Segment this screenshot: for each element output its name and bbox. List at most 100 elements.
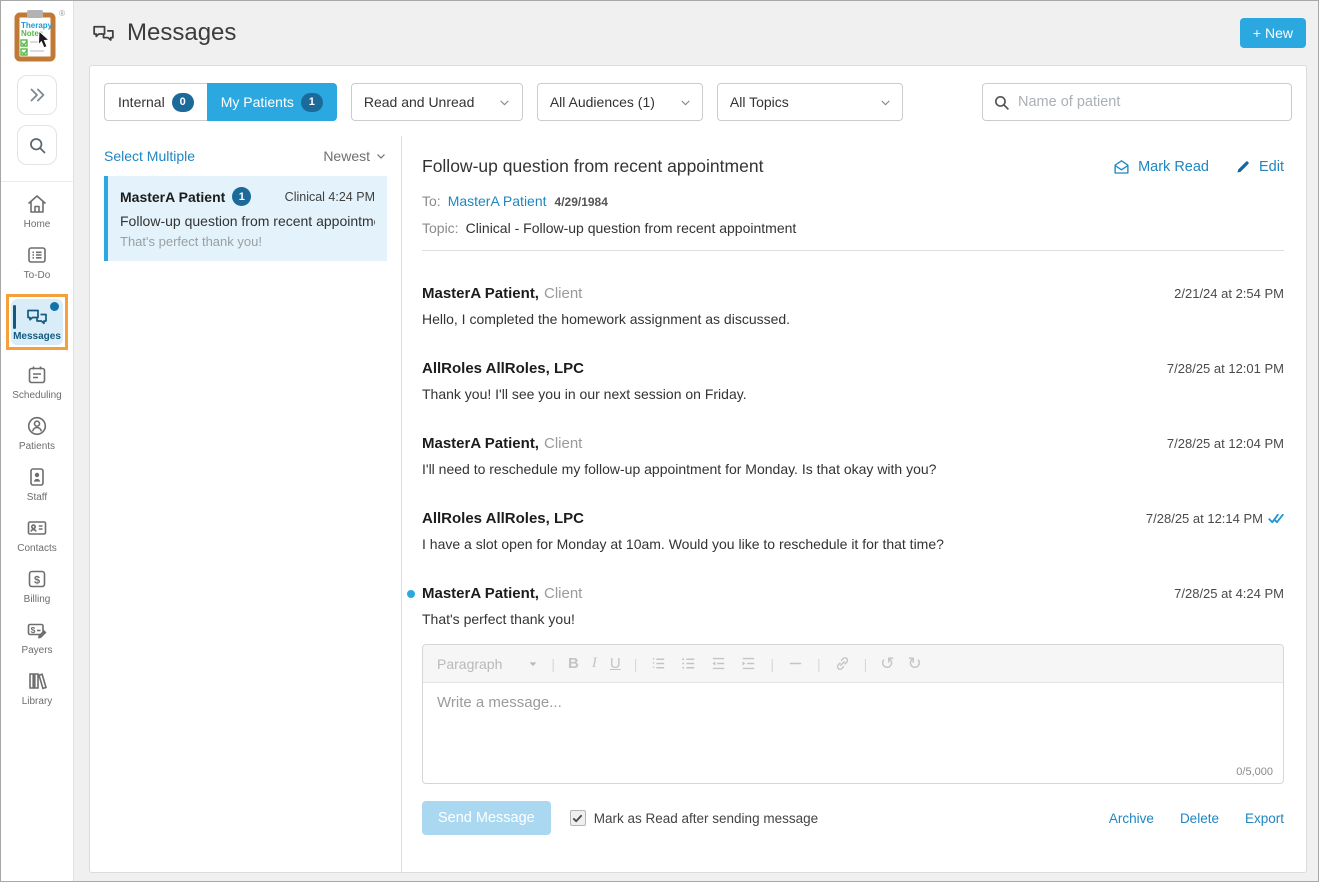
italic-button[interactable]: I [592,655,597,672]
send-message-button[interactable]: Send Message [422,801,551,835]
ordered-list-button[interactable] [650,655,667,672]
message-input[interactable] [423,683,1283,761]
clipboard-logo-icon: Therapy Notes [11,9,61,63]
registered-mark: ® [59,9,65,18]
message-sender-role: Client [544,435,582,452]
staff-badge-icon [25,465,49,489]
messages-card: Internal 0 My Patients 1 Read and Unread… [89,65,1307,873]
bold-button[interactable]: B [568,655,579,672]
page-header: Messages + New [74,1,1318,65]
message-sender: MasterA Patient, [422,585,539,602]
message-timestamp: 7/28/25 at 12:01 PM [1167,361,1284,376]
message-sender: AllRoles AllRoles, LPC [422,360,584,377]
message-sender-role: Client [544,585,582,602]
topics-dropdown[interactable]: All Topics [717,83,903,121]
edit-label: Edit [1259,159,1284,175]
tab-my-patients[interactable]: My Patients 1 [207,83,337,121]
unordered-list-button[interactable] [680,655,697,672]
app-window: Therapy Notes ® [0,0,1319,882]
thread-title: Follow-up question from recent appointme… [422,156,763,177]
to-label: To: [422,193,441,209]
thread-message: MasterA Patient, Client 7/28/25 at 4:24 … [422,585,1284,627]
svg-text:$: $ [34,574,40,586]
character-counter: 0/5,000 [423,766,1283,783]
list-item-unread-badge: 1 [232,187,251,206]
list-header: Select Multiple Newest [104,148,387,164]
message-list-panel: Select Multiple Newest MasterA Patient 1… [90,136,402,872]
new-message-button[interactable]: + New [1240,18,1306,48]
horizontal-rule-button[interactable] [787,655,804,672]
patient-person-icon [25,414,49,438]
audiences-dropdown[interactable]: All Audiences (1) [537,83,703,121]
list-item-meta: Clinical 4:24 PM [285,190,375,204]
my-patients-count-badge: 1 [301,93,323,112]
mark-read-button[interactable]: Mark Read [1112,158,1209,176]
sidebar-search-button[interactable] [17,125,57,165]
sidebar-item-scheduling[interactable]: Scheduling [12,363,61,401]
message-body: That's perfect thank you! [422,611,1284,627]
list-item-preview: That's perfect thank you! [120,234,375,249]
sidebar-item-messages[interactable]: Messages [6,294,68,350]
topic-value: Clinical - Follow-up question from recen… [466,220,797,236]
paragraph-format-dropdown[interactable]: Paragraph [437,656,538,672]
messages-icon [24,305,50,329]
messages-title-icon [90,21,117,46]
message-timestamp: 7/28/25 at 12:04 PM [1167,436,1284,451]
undo-button[interactable]: ↺ [880,654,894,674]
patient-search-input[interactable] [1018,94,1281,110]
sidebar-item-home[interactable]: Home [24,192,51,230]
topic-label: Topic: [422,220,459,236]
sidebar-item-contacts[interactable]: Contacts [17,516,56,554]
unread-dot [407,590,415,598]
patient-search [982,83,1292,121]
composer-input-area: 0/5,000 [423,683,1283,783]
home-icon [25,192,49,216]
search-icon [993,94,1010,111]
underline-button[interactable]: U [610,655,621,672]
sidebar-item-patients[interactable]: Patients [19,414,55,452]
sidebar-item-staff[interactable]: Staff [25,465,49,503]
message-sender: MasterA Patient, [422,285,539,302]
billing-dollar-icon: $ [25,567,49,591]
tab-internal[interactable]: Internal 0 [104,83,207,121]
mark-read-after-send-checkbox[interactable]: Mark as Read after sending message [570,810,818,826]
envelope-icon [1112,158,1131,176]
sidebar-item-library[interactable]: Library [22,669,53,707]
pencil-icon [1235,158,1252,175]
toolbar-separator: | [864,656,868,672]
sidebar-divider [1,181,74,182]
read-receipt-double-check-icon [1268,512,1284,525]
therapynotes-logo[interactable]: Therapy Notes ® [11,9,63,65]
unread-notification-dot [50,302,59,311]
sidebar-item-todo[interactable]: To-Do [24,243,51,281]
export-link[interactable]: Export [1245,811,1284,826]
redo-button[interactable]: ↻ [908,654,922,674]
message-body: I'll need to reschedule my follow-up app… [422,461,1284,477]
edit-button[interactable]: Edit [1235,158,1284,175]
toolbar-separator: | [634,656,638,672]
select-multiple-link[interactable]: Select Multiple [104,148,195,164]
tab-my-patients-label: My Patients [221,94,294,110]
calendar-icon [25,363,49,387]
outdent-button[interactable] [710,655,727,672]
delete-link[interactable]: Delete [1180,811,1219,826]
internal-count-badge: 0 [172,93,194,112]
read-status-dropdown[interactable]: Read and Unread [351,83,523,121]
expand-sidebar-button[interactable] [17,75,57,115]
message-sender: AllRoles AllRoles, LPC [422,510,584,527]
todo-list-icon [25,243,49,267]
sidebar-item-payers[interactable]: $ Payers [21,618,52,656]
message-list-item[interactable]: MasterA Patient 1 Clinical 4:24 PM Follo… [104,176,387,261]
archive-link[interactable]: Archive [1109,811,1154,826]
list-item-subject: Follow-up question from recent appointme… [120,213,375,229]
recipient-link[interactable]: MasterA Patient [448,193,547,209]
sort-dropdown[interactable]: Newest [323,148,387,164]
thread-divider [422,250,1284,251]
active-indicator-bar [13,305,16,329]
checkbox-label: Mark as Read after sending message [594,811,818,826]
indent-button[interactable] [740,655,757,672]
link-button[interactable] [834,655,851,672]
composer-actions: Send Message Mark as Read after sending … [422,801,1284,851]
message-timestamp: 2/21/24 at 2:54 PM [1174,286,1284,301]
sidebar-item-billing[interactable]: $ Billing [24,567,51,605]
